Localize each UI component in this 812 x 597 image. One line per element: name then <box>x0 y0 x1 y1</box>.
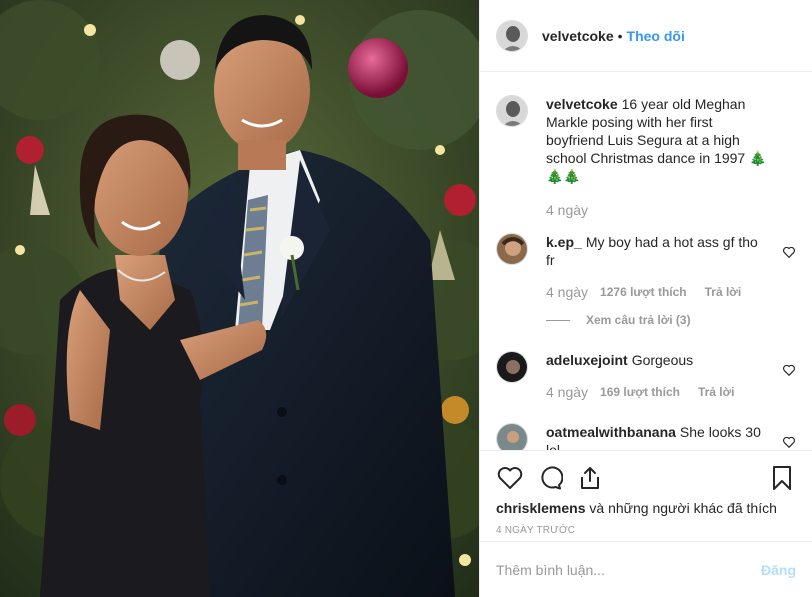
post-timestamp[interactable]: 4 NGÀY TRƯỚC <box>496 525 796 536</box>
comment-heart-icon[interactable] <box>782 363 796 377</box>
author-avatar[interactable] <box>496 19 528 52</box>
comment-likes[interactable]: 1276 lượt thích <box>600 283 687 301</box>
comment-input[interactable] <box>496 561 761 578</box>
comment-text: Gorgeous <box>631 352 694 368</box>
post-comment-button[interactable]: Đăng <box>761 562 796 578</box>
follow-button[interactable]: Theo dõi <box>627 28 685 44</box>
share-icon[interactable] <box>576 464 604 492</box>
post-side-panel: velvetcoke • Theo dõi velvetcoke 16 year … <box>479 0 812 597</box>
comment-row: k.ep_ My boy had a hot ass gf tho fr 4 ng… <box>496 233 796 301</box>
reply-button[interactable]: Trả lời <box>698 383 735 401</box>
heart-icon[interactable] <box>496 464 524 492</box>
post-actions: chrisklemens và những người khác đã thíc… <box>480 450 812 536</box>
caption-age[interactable]: 4 ngày <box>546 201 588 219</box>
comment-age[interactable]: 4 ngày <box>546 383 588 401</box>
comment-username[interactable]: oatmealwithbanana <box>546 424 676 440</box>
comment-meta: 4 ngày 1276 lượt thích Trả lời <box>546 283 770 301</box>
caption-username[interactable]: velvetcoke <box>546 96 618 112</box>
header-separator: • <box>617 27 623 44</box>
comment-body: k.ep_ My boy had a hot ass gf tho fr 4 ng… <box>546 233 796 301</box>
comment-likes[interactable]: 169 lượt thích <box>600 383 680 401</box>
comment-meta: 4 ngày 169 lượt thích Trả lời <box>546 383 770 401</box>
commenter-avatar[interactable] <box>496 233 528 265</box>
post-photo[interactable] <box>0 0 479 597</box>
comment-username[interactable]: k.ep_ <box>546 234 582 250</box>
comment-icon[interactable] <box>536 464 564 492</box>
liked-by-username[interactable]: chrisklemens <box>496 500 586 516</box>
caption-avatar[interactable] <box>496 95 528 127</box>
add-comment-bar: Đăng <box>480 541 812 597</box>
caption-body: velvetcoke 16 year old Meghan Markle posi… <box>546 95 796 219</box>
comment-row: oatmealwithbanana She looks 30 lol <box>496 423 796 450</box>
post-header: velvetcoke • Theo dõi <box>480 0 812 72</box>
likes-summary: chrisklemens và những người khác đã thíc… <box>496 499 796 517</box>
comment-heart-icon[interactable] <box>782 435 796 449</box>
comment-body: adeluxejoint Gorgeous 4 ngày 169 lượt thí… <box>546 351 796 401</box>
replies-line <box>546 319 570 321</box>
comments-list[interactable]: velvetcoke 16 year old Meghan Markle posi… <box>480 73 812 450</box>
commenter-avatar[interactable] <box>496 351 528 383</box>
commenter-avatar[interactable] <box>496 423 528 450</box>
reply-button[interactable]: Trả lời <box>705 283 742 301</box>
action-icons <box>496 461 796 495</box>
comment-row: adeluxejoint Gorgeous 4 ngày 169 lượt thí… <box>496 351 796 401</box>
caption-meta: 4 ngày <box>546 201 770 219</box>
comment-age[interactable]: 4 ngày <box>546 283 588 301</box>
comment-heart-icon[interactable] <box>782 245 796 259</box>
liked-by-others[interactable]: và những người khác đã thích <box>589 500 776 516</box>
photo-illustration <box>0 0 479 597</box>
comment-username[interactable]: adeluxejoint <box>546 352 628 368</box>
view-replies-button[interactable]: Xem câu trả lời (3) <box>546 313 796 327</box>
comment-body: oatmealwithbanana She looks 30 lol <box>546 423 796 450</box>
bookmark-icon[interactable] <box>768 464 796 492</box>
view-replies-label: Xem câu trả lời (3) <box>586 313 691 327</box>
caption-row: velvetcoke 16 year old Meghan Markle posi… <box>496 95 796 219</box>
author-username[interactable]: velvetcoke <box>542 28 614 44</box>
